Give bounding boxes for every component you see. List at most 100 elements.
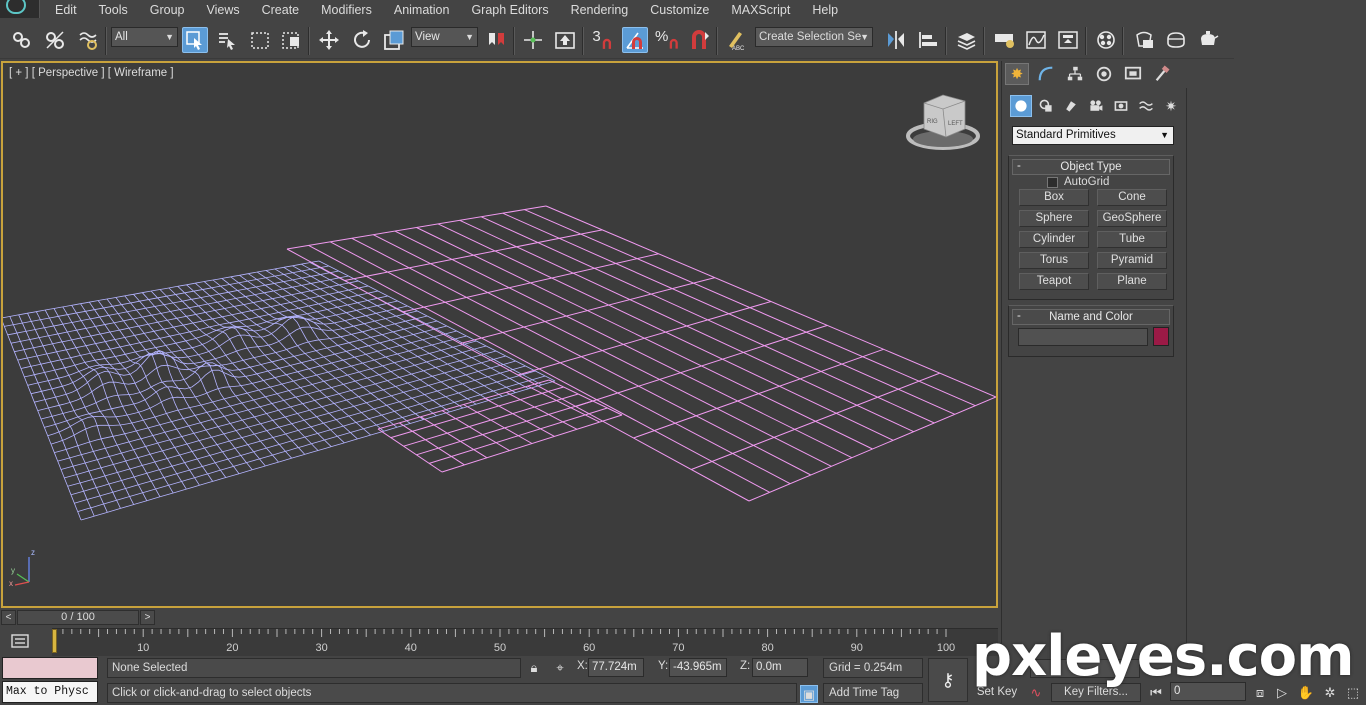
percent-snap-icon[interactable]: % xyxy=(655,27,681,53)
scale-icon[interactable] xyxy=(381,27,407,53)
window-crossing-icon[interactable] xyxy=(278,27,304,53)
cone-button[interactable]: Cone xyxy=(1097,189,1167,206)
space-warps-icon[interactable] xyxy=(1135,95,1157,117)
mirror-icon[interactable] xyxy=(883,27,909,53)
curve-editor-icon[interactable] xyxy=(1023,27,1049,53)
menu-maxscript[interactable]: MAXScript xyxy=(720,0,801,20)
unlink-icon[interactable] xyxy=(42,27,68,53)
object-type-rollout-header[interactable]: - Object Type xyxy=(1012,159,1170,175)
teapot-button[interactable]: Teapot xyxy=(1019,273,1089,290)
autogrid-checkbox-box[interactable] xyxy=(1047,176,1058,188)
timeline-ruler[interactable]: 10 20 30 40 50 60 70 80 90 100 xyxy=(52,628,998,656)
primitive-category-dropdown[interactable]: Standard Primitives ▼ xyxy=(1012,126,1174,145)
time-slider[interactable]: < 0 / 100 > xyxy=(0,610,998,626)
menu-graph-editors[interactable]: Graph Editors xyxy=(460,0,559,20)
pivot-center-icon[interactable] xyxy=(483,27,509,53)
cameras-icon[interactable] xyxy=(1085,95,1107,117)
x-coordinate-field[interactable]: 77.724m xyxy=(588,658,644,677)
layer-manager-icon[interactable] xyxy=(953,27,979,53)
viewcube[interactable]: RIG LEFT xyxy=(906,94,980,150)
cylinder-button[interactable]: Cylinder xyxy=(1019,231,1089,248)
maxscript-mini-listener[interactable] xyxy=(2,657,98,679)
systems-icon[interactable]: ✷ xyxy=(1160,95,1182,117)
terrain-grid-line xyxy=(4,265,329,327)
viewcube-face-left: RIG xyxy=(927,119,938,125)
toolbar-separator xyxy=(1085,27,1087,55)
render-production-icon[interactable] xyxy=(1195,27,1221,53)
material-editor-icon[interactable] xyxy=(1093,27,1119,53)
angle-snap-icon[interactable] xyxy=(622,27,648,53)
menu-modifiers[interactable]: Modifiers xyxy=(310,0,383,20)
time-slider-thumb[interactable]: 0 / 100 xyxy=(17,610,139,625)
rectangular-selection-icon[interactable] xyxy=(247,27,273,53)
maxscript-input[interactable]: Max to Physc xyxy=(2,681,98,703)
timeline-tick-label: 70 xyxy=(672,642,685,654)
edit-named-selection-icon[interactable]: ABC xyxy=(722,27,748,53)
set-key-icon[interactable]: ⚷ xyxy=(928,658,968,702)
menu-rendering[interactable]: Rendering xyxy=(560,0,640,20)
render-setup-icon[interactable] xyxy=(1131,27,1157,53)
select-manipulate-icon[interactable] xyxy=(520,27,546,53)
object-name-field[interactable] xyxy=(1018,328,1148,346)
current-frame-marker[interactable] xyxy=(52,629,57,653)
y-coordinate-field[interactable]: -43.965m xyxy=(669,658,727,677)
geometry-icon[interactable] xyxy=(1010,95,1032,117)
menu-help[interactable]: Help xyxy=(801,0,849,20)
previous-frame-button[interactable]: < xyxy=(1,610,16,625)
selection-status: None Selected xyxy=(107,658,521,678)
motion-tab-icon[interactable] xyxy=(1092,63,1116,85)
menu-customize[interactable]: Customize xyxy=(639,0,720,20)
menu-views[interactable]: Views xyxy=(195,0,250,20)
bind-spacewarp-icon[interactable] xyxy=(75,27,101,53)
menu-edit[interactable]: Edit xyxy=(44,0,88,20)
geosphere-button[interactable]: GeoSphere xyxy=(1097,210,1167,227)
mini-curve-editor-icon[interactable] xyxy=(6,630,36,652)
next-frame-button[interactable]: > xyxy=(140,610,155,625)
shapes-icon[interactable] xyxy=(1035,95,1057,117)
lock-selection-icon[interactable]: 🔒︎ xyxy=(525,659,543,677)
move-icon[interactable] xyxy=(316,27,342,53)
snaps-toggle-icon[interactable]: 3 xyxy=(590,27,616,53)
add-time-tag-button[interactable]: Add Time Tag xyxy=(823,683,923,703)
absolute-mode-icon[interactable]: ⌖ xyxy=(551,659,569,677)
rotate-icon[interactable] xyxy=(349,27,375,53)
modify-tab-icon[interactable] xyxy=(1034,63,1058,85)
ribbon-toggle-icon[interactable] xyxy=(991,27,1017,53)
autogrid-checkbox[interactable]: AutoGrid xyxy=(1047,176,1109,188)
lights-icon[interactable] xyxy=(1060,95,1082,117)
torus-button[interactable]: Torus xyxy=(1019,252,1089,269)
viewport-label[interactable]: [ + ] [ Perspective ] [ Wireframe ] xyxy=(9,67,174,79)
selection-filter-dropdown[interactable]: All ▼ xyxy=(111,27,178,47)
pyramid-button[interactable]: Pyramid xyxy=(1097,252,1167,269)
select-by-name-icon[interactable] xyxy=(214,27,240,53)
selection-lock-toggle-icon[interactable]: ▣ xyxy=(800,685,818,703)
helpers-icon[interactable] xyxy=(1110,95,1132,117)
menu-group[interactable]: Group xyxy=(139,0,196,20)
spinner-snap-icon[interactable] xyxy=(687,27,713,53)
name-and-color-rollout-header[interactable]: - Name and Color xyxy=(1012,309,1170,325)
box-button[interactable]: Box xyxy=(1019,189,1089,206)
hierarchy-tab-icon[interactable] xyxy=(1063,63,1087,85)
object-color-swatch[interactable] xyxy=(1153,327,1169,346)
timeline-tick-label: 20 xyxy=(226,642,239,654)
create-tab-icon[interactable]: ✸ xyxy=(1005,63,1029,85)
keyboard-shortcut-override-icon[interactable] xyxy=(552,27,578,53)
plane-button[interactable]: Plane xyxy=(1097,273,1167,290)
schematic-view-icon[interactable] xyxy=(1055,27,1081,53)
sphere-button[interactable]: Sphere xyxy=(1019,210,1089,227)
perspective-viewport[interactable]: z y x RIG LEFT [ + ] [ Perspective ] [ W… xyxy=(1,61,998,608)
link-icon[interactable] xyxy=(9,27,35,53)
utilities-tab-icon[interactable] xyxy=(1150,63,1174,85)
select-object-icon[interactable] xyxy=(182,27,208,53)
tube-button[interactable]: Tube xyxy=(1097,231,1167,248)
display-tab-icon[interactable] xyxy=(1121,63,1145,85)
app-logo-icon[interactable] xyxy=(0,0,40,18)
reference-coord-dropdown[interactable]: View ▼ xyxy=(411,27,478,47)
named-selection-dropdown[interactable]: Create Selection Se ▼ xyxy=(755,27,873,47)
menu-tools[interactable]: Tools xyxy=(88,0,139,20)
menu-create[interactable]: Create xyxy=(251,0,311,20)
align-icon[interactable] xyxy=(915,27,941,53)
z-coordinate-field[interactable]: 0.0m xyxy=(752,658,808,677)
rendered-frame-window-icon[interactable] xyxy=(1163,27,1189,53)
menu-animation[interactable]: Animation xyxy=(383,0,461,20)
